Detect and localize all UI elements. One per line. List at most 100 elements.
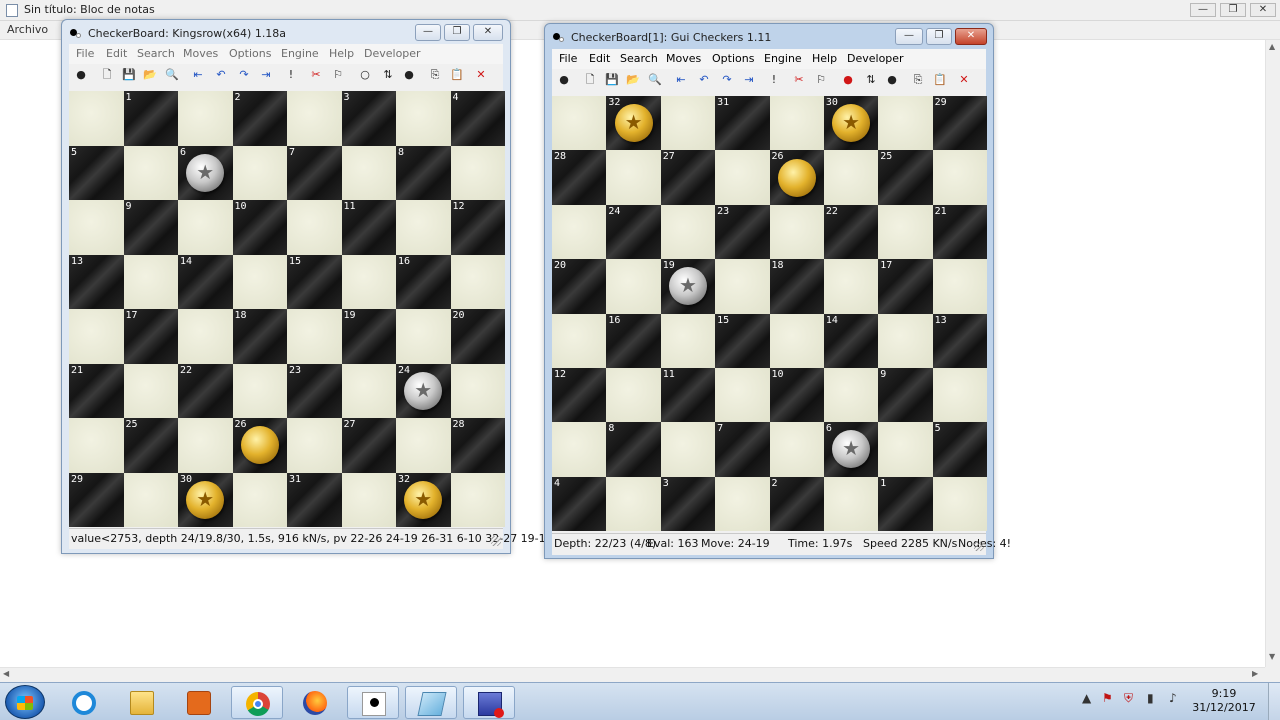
light-square[interactable] [769, 204, 824, 260]
light-square[interactable] [450, 254, 505, 309]
taskbar-file-explorer[interactable] [116, 686, 168, 719]
first-icon[interactable]: ⇤ [191, 68, 205, 82]
square-15[interactable]: 15 [715, 313, 770, 368]
light-square[interactable] [660, 422, 716, 477]
board-icon[interactable]: ● [557, 73, 571, 87]
taskbar-checkerboard-save[interactable] [463, 686, 515, 719]
light-square[interactable] [660, 204, 716, 260]
volume-icon[interactable]: ♪ [1169, 691, 1177, 705]
light-square[interactable] [552, 422, 607, 477]
white-king-piece[interactable]: ★ [668, 267, 707, 306]
square-30[interactable]: 30 ★ [178, 472, 233, 527]
light-square[interactable] [69, 418, 124, 473]
light-square[interactable] [606, 259, 661, 314]
taskbar-notepad[interactable] [405, 686, 457, 719]
taskbar-checkerboard[interactable] [347, 686, 399, 719]
square-32[interactable]: 32 ★ [606, 96, 661, 151]
light-square[interactable] [715, 259, 770, 314]
square-17[interactable]: 17 [878, 259, 933, 314]
square-30[interactable]: 30 ★ [823, 96, 879, 151]
stop-engine-icon[interactable]: ✂ [309, 68, 323, 82]
square-1[interactable]: 1 [123, 91, 178, 146]
square-3[interactable]: 3 [341, 91, 396, 146]
show-desktop-button[interactable] [1268, 683, 1280, 720]
menu-edit[interactable]: Edit [589, 52, 610, 65]
square-4[interactable]: 4 [552, 476, 607, 531]
menu-archivo[interactable]: Archivo [7, 23, 48, 36]
square-16[interactable]: 16 [396, 254, 451, 309]
square-6[interactable]: 6 ★ [178, 145, 233, 200]
light-square[interactable] [660, 313, 716, 368]
menu-engine[interactable]: Engine [281, 47, 319, 60]
close-button[interactable]: ✕ [473, 24, 503, 41]
menu-help[interactable]: Help [812, 52, 837, 65]
minimize-button[interactable]: — [895, 28, 923, 45]
square-28[interactable]: 28 [450, 418, 505, 473]
menu-file[interactable]: File [76, 47, 94, 60]
menu-search[interactable]: Search [620, 52, 658, 65]
gold-king-piece[interactable]: ★ [186, 480, 225, 519]
last-icon[interactable]: ⇥ [259, 68, 273, 82]
square-4[interactable]: 4 [450, 91, 505, 146]
resize-grip[interactable] [491, 536, 501, 546]
light-square[interactable] [932, 259, 987, 314]
clock[interactable]: 9:19 31/12/2017 [1192, 687, 1256, 715]
light-square[interactable] [823, 259, 879, 314]
gold-king-piece[interactable]: ★ [404, 480, 443, 519]
light-square[interactable] [178, 418, 233, 473]
square-10[interactable]: 10 [232, 200, 287, 255]
square-3[interactable]: 3 [660, 476, 716, 531]
square-22[interactable]: 22 [178, 363, 233, 418]
light-square[interactable] [232, 254, 287, 309]
square-26[interactable]: 26 [769, 150, 824, 205]
redo-icon[interactable]: ↷ [720, 73, 734, 87]
light-square[interactable] [69, 200, 124, 255]
new-icon[interactable]: 🗋 [100, 68, 114, 82]
save-icon[interactable]: 💾 [122, 68, 136, 82]
menu-file[interactable]: File [559, 52, 577, 65]
window-titlebar[interactable]: CheckerBoard: Kingsrow(x64) 1.18a — ❐ ✕ [62, 20, 510, 47]
square-24[interactable]: 24 ★ [396, 363, 451, 418]
light-square[interactable] [396, 309, 451, 364]
gold-king-piece[interactable]: ★ [614, 104, 653, 143]
scroll-up-arrow-icon[interactable]: ▲ [1269, 42, 1275, 51]
light-square[interactable] [396, 200, 451, 255]
close-button[interactable]: ✕ [955, 28, 987, 45]
light-square[interactable] [932, 476, 987, 531]
notepad-horizontal-scrollbar[interactable]: ◀ ▶ [0, 667, 1265, 682]
menu-developer[interactable]: Developer [847, 52, 904, 65]
square-27[interactable]: 27 [660, 150, 716, 205]
white-king-piece[interactable]: ★ [832, 430, 871, 469]
square-16[interactable]: 16 [606, 313, 661, 368]
square-2[interactable]: 2 [232, 91, 287, 146]
light-square[interactable] [178, 200, 233, 255]
light-square[interactable] [123, 254, 178, 309]
user-icon[interactable]: ● [885, 73, 899, 87]
circle-icon[interactable]: ○ [358, 68, 372, 82]
close-icon[interactable]: ✕ [957, 73, 971, 87]
square-12[interactable]: 12 [552, 367, 607, 423]
menu-options[interactable]: Options [229, 47, 271, 60]
menu-moves[interactable]: Moves [666, 52, 701, 65]
light-square[interactable] [69, 91, 124, 146]
light-square[interactable] [123, 145, 178, 200]
square-24[interactable]: 24 [606, 204, 661, 260]
square-26[interactable]: 26 [232, 418, 287, 473]
taskbar-firefox[interactable] [289, 686, 341, 719]
light-square[interactable] [715, 367, 770, 423]
square-17[interactable]: 17 [123, 309, 178, 364]
square-23[interactable]: 23 [287, 363, 342, 418]
square-19[interactable]: 19 ★ [660, 259, 716, 314]
stop-engine-icon[interactable]: ✂ [792, 73, 806, 87]
light-square[interactable] [450, 472, 505, 527]
light-square[interactable] [823, 150, 879, 205]
square-7[interactable]: 7 [287, 145, 342, 200]
square-20[interactable]: 20 [552, 259, 607, 314]
light-square[interactable] [823, 476, 879, 531]
light-square[interactable] [287, 418, 342, 473]
swap-icon[interactable]: ⇅ [381, 68, 395, 82]
light-square[interactable] [823, 367, 879, 423]
new-icon[interactable]: 🗋 [583, 73, 597, 87]
square-9[interactable]: 9 [123, 200, 178, 255]
square-20[interactable]: 20 [450, 309, 505, 364]
